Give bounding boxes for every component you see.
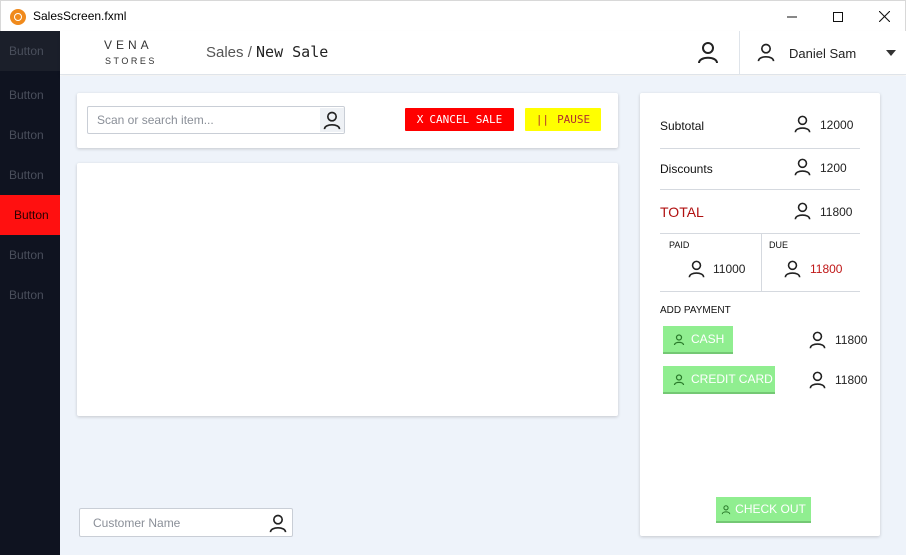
app-icon bbox=[10, 9, 26, 25]
logo-title: VENA bbox=[104, 38, 153, 52]
header-separator bbox=[739, 31, 740, 75]
divider bbox=[660, 148, 860, 149]
minimize-icon bbox=[787, 16, 797, 17]
cancel-sale-label: CANCEL SALE bbox=[429, 113, 503, 126]
cancel-sale-button[interactable]: X CANCEL SALE bbox=[405, 108, 514, 131]
user-icon[interactable] bbox=[696, 40, 720, 69]
search-input[interactable] bbox=[88, 107, 318, 133]
due-label: DUE bbox=[769, 240, 789, 250]
user-icon[interactable] bbox=[320, 108, 344, 132]
discounts-label: Discounts bbox=[660, 162, 713, 176]
credit-card-amount: 11800 bbox=[835, 373, 868, 387]
header-bar: VENA STORES Sales / New Sale Daniel Sam bbox=[60, 31, 906, 75]
subtotal-label: Subtotal bbox=[660, 119, 705, 133]
user-icon bbox=[783, 258, 802, 284]
divider bbox=[660, 189, 860, 190]
sidebar-button-6[interactable]: Button bbox=[0, 235, 60, 275]
total-label: TOTAL bbox=[660, 204, 704, 220]
logo-subtitle: STORES bbox=[105, 56, 157, 66]
credit-card-button[interactable]: CREDIT CARD bbox=[663, 366, 775, 394]
user-name[interactable]: Daniel Sam bbox=[789, 46, 856, 61]
credit-card-label: CREDIT CARD bbox=[691, 372, 773, 386]
user-icon bbox=[793, 200, 812, 226]
paid-label: PAID bbox=[669, 240, 690, 250]
sidebar-button-2[interactable]: Button bbox=[0, 75, 60, 115]
divider bbox=[761, 234, 762, 292]
breadcrumb: Sales / New Sale bbox=[206, 43, 328, 61]
breadcrumb-parent[interactable]: Sales / bbox=[206, 44, 252, 61]
user-icon bbox=[793, 156, 812, 182]
pause-button[interactable]: || PAUSE bbox=[525, 108, 601, 131]
sidebar-button-4[interactable]: Button bbox=[0, 155, 60, 195]
subtotal-value: 12000 bbox=[820, 118, 854, 132]
pause-icon: || bbox=[535, 113, 550, 126]
close-icon bbox=[878, 11, 890, 22]
sidebar-button-1[interactable]: Button bbox=[0, 31, 60, 71]
checkout-button[interactable]: CHECK OUT bbox=[716, 497, 811, 523]
minimize-button[interactable] bbox=[769, 1, 815, 32]
user-icon bbox=[673, 333, 685, 345]
maximize-button[interactable] bbox=[815, 1, 861, 32]
total-value: 11800 bbox=[820, 205, 853, 219]
cash-label: CASH bbox=[691, 332, 725, 346]
due-value: 11800 bbox=[810, 262, 843, 276]
main-content: X CANCEL SALE || PAUSE Subtotal 12000 Di… bbox=[60, 76, 906, 555]
close-icon: X bbox=[416, 113, 424, 126]
summary-panel: Subtotal 12000 Discounts 1200 TOTAL 1180… bbox=[640, 93, 880, 536]
sidebar-button-7[interactable]: Button bbox=[0, 275, 60, 315]
search-field[interactable] bbox=[87, 106, 345, 134]
user-icon bbox=[793, 113, 812, 139]
user-icon[interactable] bbox=[266, 511, 290, 535]
sale-items-panel bbox=[77, 163, 618, 416]
user-icon bbox=[673, 373, 685, 385]
discounts-value: 1200 bbox=[820, 161, 847, 175]
user-icon bbox=[687, 258, 706, 284]
maximize-icon bbox=[833, 11, 843, 22]
customer-name-input[interactable] bbox=[80, 509, 262, 536]
sidebar-button-3[interactable]: Button bbox=[0, 115, 60, 155]
add-payment-label: ADD PAYMENT bbox=[660, 305, 731, 316]
breadcrumb-current: New Sale bbox=[256, 43, 329, 61]
search-toolbar-card: X CANCEL SALE || PAUSE bbox=[77, 93, 618, 148]
checkout-label: CHECK OUT bbox=[735, 502, 806, 516]
cash-amount: 11800 bbox=[835, 333, 868, 347]
avatar-icon[interactable] bbox=[756, 41, 776, 68]
divider bbox=[660, 291, 860, 292]
sidebar: Button Button Button Button Button Butto… bbox=[0, 31, 60, 555]
paid-value: 11000 bbox=[713, 262, 746, 276]
window-titlebar: SalesScreen.fxml bbox=[0, 0, 906, 31]
sidebar-button-sales-active[interactable]: Button bbox=[0, 195, 60, 235]
customer-field[interactable] bbox=[79, 508, 293, 537]
window-title: SalesScreen.fxml bbox=[33, 9, 127, 23]
cash-button[interactable]: CASH bbox=[663, 326, 733, 354]
close-button[interactable] bbox=[861, 1, 906, 32]
pause-label: PAUSE bbox=[557, 113, 591, 126]
user-icon bbox=[808, 329, 827, 355]
chevron-down-icon[interactable] bbox=[886, 50, 896, 56]
user-icon bbox=[721, 504, 731, 514]
divider bbox=[660, 233, 860, 234]
user-icon bbox=[808, 369, 827, 395]
